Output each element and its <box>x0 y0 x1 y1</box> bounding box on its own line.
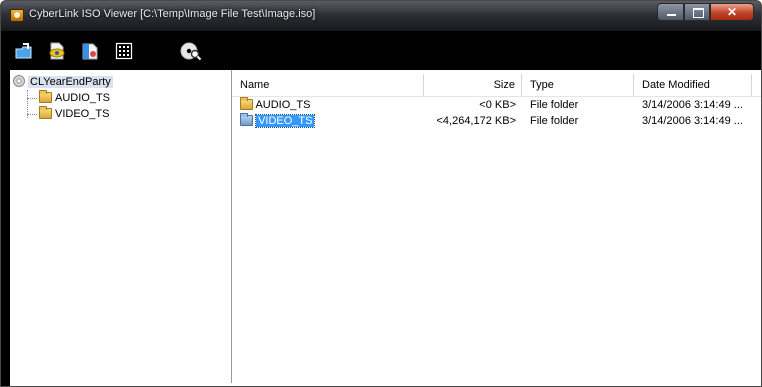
tree-connector <box>27 98 37 99</box>
close-icon: ✕ <box>726 5 738 19</box>
column-header-row: Name Size Type Date Modified <box>232 70 761 97</box>
column-header-date-modified[interactable]: Date Modified <box>634 74 752 96</box>
toolbar <box>1 32 761 70</box>
disc-search-icon <box>180 42 202 61</box>
file-date: 3/14/2006 3:14:49 ... <box>642 99 743 111</box>
extract-icon <box>82 43 98 60</box>
file-name: VIDEO_TS <box>255 114 316 128</box>
folder-tree[interactable]: CLYearEndParty AUDIO_TS VIDEO_TS <box>10 70 232 383</box>
maximize-icon <box>693 8 704 18</box>
column-header-size[interactable]: Size <box>424 74 522 96</box>
minimize-button[interactable] <box>657 3 684 21</box>
disc-icon <box>13 75 25 87</box>
file-size: <4,264,172 KB> <box>436 115 516 127</box>
tree-item-root[interactable]: CLYearEndParty <box>13 74 113 90</box>
file-name-cell: AUDIO_TS <box>240 97 310 113</box>
folder-icon <box>39 106 52 119</box>
disc-search-button[interactable] <box>180 41 202 61</box>
maximize-button[interactable] <box>684 3 710 21</box>
burn-button[interactable] <box>48 41 68 61</box>
tree-item-label: VIDEO_TS <box>55 108 110 120</box>
tree-connector <box>27 114 37 115</box>
folder-icon <box>240 97 253 110</box>
window-controls: ✕ <box>657 3 754 21</box>
list-item[interactable]: VIDEO_TS <4,264,172 KB> File folder 3/14… <box>232 113 761 129</box>
tree-item-label: CLYearEndParty <box>28 76 113 88</box>
file-name-cell: VIDEO_TS <box>240 113 316 129</box>
grid-icon <box>115 42 133 60</box>
column-header-type[interactable]: Type <box>522 74 634 96</box>
minimize-icon <box>667 14 676 16</box>
file-name: AUDIO_TS <box>255 99 311 111</box>
window-title: CyberLink ISO Viewer [C:\Temp\Image File… <box>29 8 316 20</box>
open-icon <box>15 43 32 59</box>
burn-icon <box>49 42 65 60</box>
file-list[interactable]: Name Size Type Date Modified AUDIO_TS <0… <box>232 70 761 386</box>
close-button[interactable]: ✕ <box>710 3 754 21</box>
file-size: <0 KB> <box>479 99 516 111</box>
app-window: CyberLink ISO Viewer [C:\Temp\Image File… <box>0 0 762 387</box>
file-date: 3/14/2006 3:14:49 ... <box>642 115 743 127</box>
folder-icon <box>39 90 52 103</box>
grid-button[interactable] <box>114 41 134 61</box>
folder-icon <box>240 113 253 126</box>
file-type: File folder <box>530 99 579 111</box>
tree-item-audio-ts[interactable]: AUDIO_TS <box>39 90 110 106</box>
list-item[interactable]: AUDIO_TS <0 KB> File folder 3/14/2006 3:… <box>232 97 761 113</box>
app-icon[interactable] <box>10 9 24 22</box>
open-button[interactable] <box>14 41 34 61</box>
title-bar[interactable]: CyberLink ISO Viewer [C:\Temp\Image File… <box>1 1 761 32</box>
tree-item-label: AUDIO_TS <box>55 92 111 104</box>
column-header-name[interactable]: Name <box>232 74 424 96</box>
content-area: CLYearEndParty AUDIO_TS VIDEO_TS Name Si… <box>1 70 761 386</box>
extract-button[interactable] <box>81 41 101 61</box>
tree-item-video-ts[interactable]: VIDEO_TS <box>39 106 109 122</box>
file-type: File folder <box>530 115 579 127</box>
left-border <box>1 70 10 386</box>
